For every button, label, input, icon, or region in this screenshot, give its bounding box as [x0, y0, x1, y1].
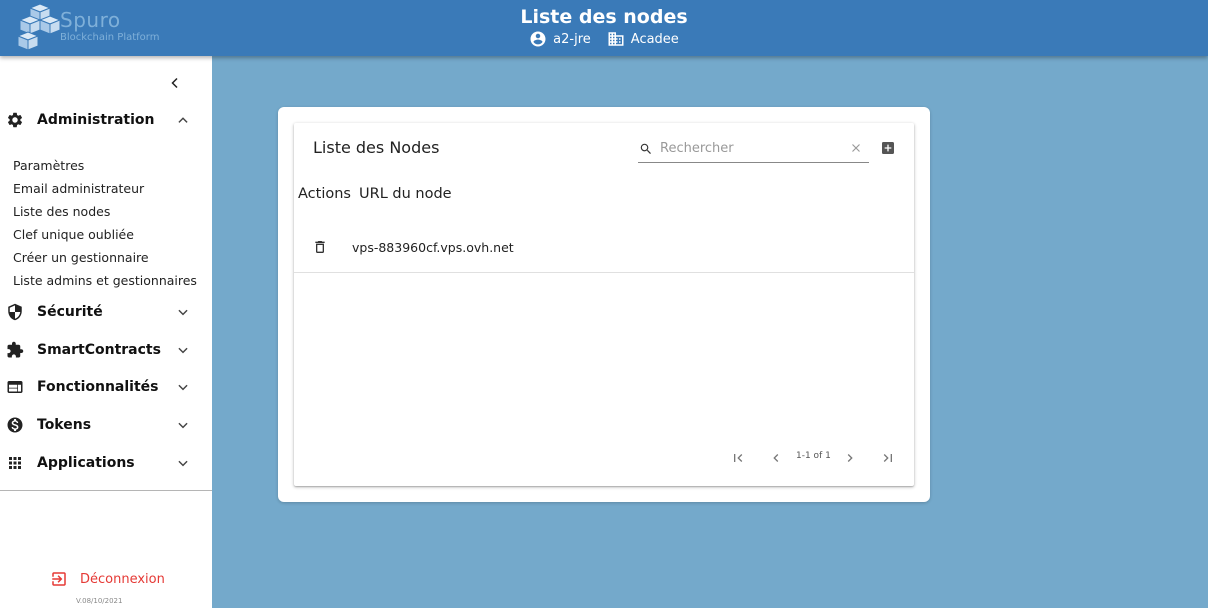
sidebar-section-tokens[interactable]: Tokens — [0, 411, 212, 439]
column-header-url[interactable]: URL du node — [359, 186, 452, 202]
logout-label: Déconnexion — [80, 571, 165, 587]
header-user-info: a2-jre Acadee — [0, 30, 1208, 48]
account-circle-icon — [529, 30, 547, 48]
sidebar-item-parametres[interactable]: Paramètres — [13, 158, 84, 173]
search-icon — [639, 142, 653, 156]
sidebar-section-label: Sécurité — [37, 304, 103, 320]
close-icon — [852, 144, 860, 152]
sidebar-section-label: Tokens — [37, 417, 92, 433]
shield-icon — [6, 303, 24, 321]
sidebar-section-label: Fonctionnalités — [37, 379, 159, 395]
clear-search-button[interactable] — [849, 141, 863, 155]
chevron-down-icon — [176, 305, 190, 319]
add-box-icon — [882, 142, 894, 154]
chevron-left-icon — [171, 77, 178, 89]
user-name: a2-jre — [553, 31, 591, 47]
sidebar-item-clef-unique-oubliee[interactable]: Clef unique oubliée — [13, 227, 134, 242]
sidebar-section-applications[interactable]: Applications — [0, 449, 212, 477]
last-page-button[interactable] — [880, 450, 896, 466]
chevron-down-icon — [176, 456, 190, 470]
domain-building-icon — [607, 30, 625, 48]
last-page-icon — [883, 454, 892, 462]
version-label: V.08/10/2021 — [76, 597, 123, 605]
sidebar-item-liste-des-nodes[interactable]: Liste des nodes — [13, 204, 110, 219]
node-url-cell: vps-883960cf.vps.ovh.net — [352, 240, 514, 255]
table-title: Liste des Nodes — [313, 138, 440, 157]
pagination-range: 1-1 of 1 — [796, 451, 831, 461]
sidebar-item-email-administrateur[interactable]: Email administrateur — [13, 181, 144, 196]
chevron-right-icon — [847, 454, 853, 462]
gear-icon — [6, 111, 24, 129]
chevron-up-icon — [176, 113, 190, 127]
puzzle-icon — [6, 341, 24, 359]
organization-name: Acadee — [630, 31, 679, 47]
search-input[interactable] — [660, 138, 845, 158]
table-row: vps-883960cf.vps.ovh.net — [294, 223, 914, 273]
app-header: Spuro Blockchain Platform Liste des node… — [0, 0, 1208, 56]
sidebar-divider — [0, 490, 212, 491]
dollar-circle-icon — [6, 416, 24, 434]
chevron-down-icon — [176, 418, 190, 432]
sidebar-section-label: Applications — [37, 455, 135, 471]
main-card: Liste des Nodes Actions URL du node vps-… — [278, 107, 930, 502]
logout-icon — [52, 572, 66, 586]
trash-icon — [315, 241, 325, 253]
add-node-button[interactable] — [880, 140, 896, 156]
previous-page-button[interactable] — [768, 450, 784, 466]
first-page-button[interactable] — [730, 450, 746, 466]
sidebar-section-administration[interactable]: Administration — [0, 106, 212, 134]
sidebar-section-smartcontracts[interactable]: SmartContracts — [0, 336, 212, 364]
sidebar-item-liste-admins[interactable]: Liste admins et gestionnaires — [13, 273, 197, 288]
chevron-left-icon — [773, 454, 779, 462]
sidebar-section-label: Administration — [37, 112, 155, 128]
web-window-icon — [6, 378, 24, 396]
sidebar-item-creer-gestionnaire[interactable]: Créer un gestionnaire — [13, 250, 149, 265]
column-header-actions[interactable]: Actions — [298, 186, 351, 202]
nodes-table-card: Liste des Nodes Actions URL du node vps-… — [294, 123, 914, 486]
sidebar-section-label: SmartContracts — [37, 342, 161, 358]
first-page-icon — [734, 454, 743, 462]
sidebar-section-fonctionnalites[interactable]: Fonctionnalités — [0, 373, 212, 401]
search-field — [638, 137, 869, 163]
delete-node-button[interactable] — [312, 238, 328, 256]
collapse-sidebar-button[interactable] — [164, 72, 186, 94]
page-title: Liste des nodes — [520, 6, 688, 28]
apps-grid-icon — [6, 454, 24, 472]
next-page-button[interactable] — [842, 450, 858, 466]
sidebar-section-securite[interactable]: Sécurité — [0, 298, 212, 326]
logout-button[interactable]: Déconnexion — [50, 570, 165, 588]
chevron-down-icon — [176, 343, 190, 357]
sidebar: Administration Paramètres Email administ… — [0, 56, 212, 608]
chevron-down-icon — [176, 380, 190, 394]
